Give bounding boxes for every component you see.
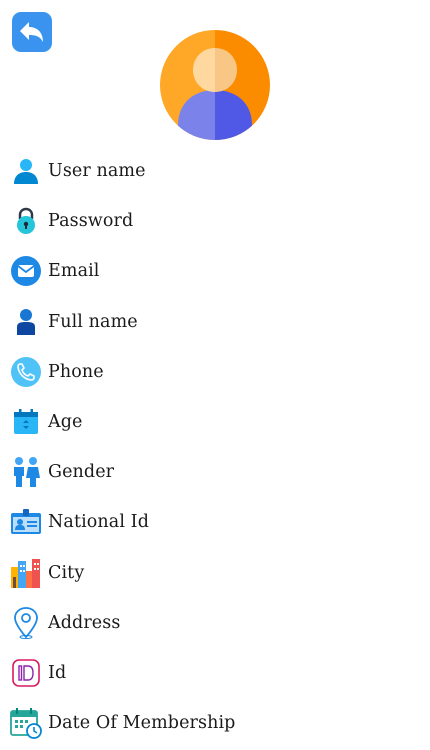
field-label: Phone: [48, 361, 104, 382]
field-label: Password: [48, 211, 134, 232]
field-address[interactable]: Address: [0, 598, 430, 648]
field-full-name[interactable]: Full name: [0, 297, 430, 347]
back-arrow-icon: [20, 22, 43, 42]
person-icon: [10, 306, 42, 338]
city-icon: [10, 557, 42, 589]
user-avatar-icon: [160, 30, 270, 140]
field-label: Email: [48, 261, 100, 282]
field-national-id[interactable]: National Id: [0, 497, 430, 547]
field-user-name[interactable]: User name: [0, 146, 430, 196]
location-pin-icon: [10, 606, 42, 639]
field-email[interactable]: Email: [0, 246, 430, 296]
field-label: User name: [48, 161, 146, 182]
field-phone[interactable]: Phone: [0, 347, 430, 397]
field-label: Date Of Membership: [48, 713, 236, 734]
field-label: Id: [48, 662, 67, 683]
field-label: Gender: [48, 462, 115, 483]
field-label: Address: [48, 612, 121, 633]
id-card-icon: [10, 506, 42, 538]
phone-icon: [10, 356, 42, 388]
field-age[interactable]: Age: [0, 397, 430, 447]
field-date-of-membership[interactable]: Date Of Membership: [0, 698, 430, 748]
envelope-icon: [10, 255, 42, 287]
field-id[interactable]: Id: [0, 648, 430, 698]
calendar-icon: [10, 406, 42, 438]
back-button[interactable]: [12, 12, 52, 52]
gender-icon: [10, 456, 42, 488]
field-label: City: [48, 562, 85, 583]
calendar-clock-icon: [10, 707, 42, 740]
field-password[interactable]: Password: [0, 196, 430, 246]
field-label: Full name: [48, 311, 138, 332]
field-city[interactable]: City: [0, 548, 430, 598]
padlock-icon: [10, 205, 42, 237]
field-label: Age: [48, 412, 83, 433]
field-gender[interactable]: Gender: [0, 447, 430, 497]
field-label: National Id: [48, 512, 149, 533]
id-badge-icon: [10, 657, 42, 689]
profile-field-list: User name Password Email Full name Phone…: [0, 146, 430, 748]
user-icon: [10, 155, 42, 187]
